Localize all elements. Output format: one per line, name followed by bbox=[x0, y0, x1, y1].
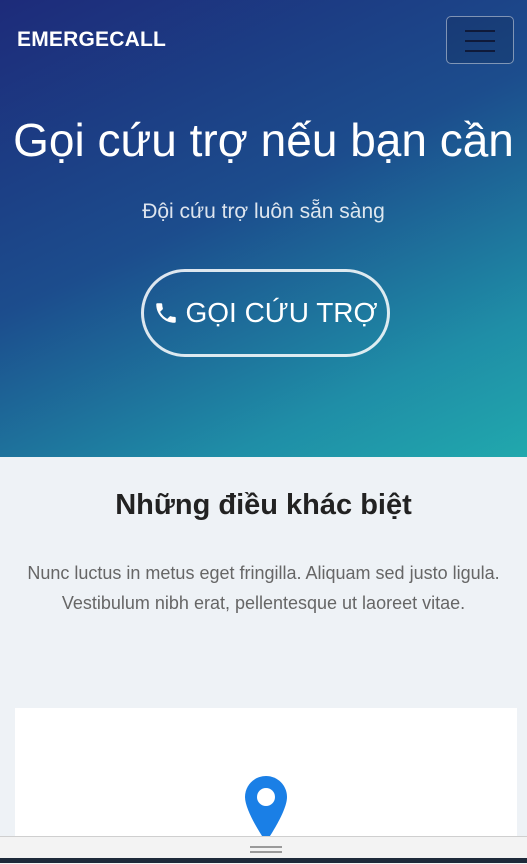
features-title: Những điều khác biệt bbox=[115, 489, 412, 521]
hero-subtitle: Đội cứu trợ luôn sẵn sàng bbox=[142, 200, 385, 223]
brand-logo[interactable]: EMERGECALL bbox=[17, 28, 166, 52]
call-for-help-button[interactable]: GỌI CỨU TRỢ bbox=[141, 269, 390, 357]
hero-section: EMERGECALL Gọi cứu trợ nếu bạn cần Đội c… bbox=[0, 0, 527, 457]
features-description: Nunc luctus in metus eget fringilla. Ali… bbox=[27, 563, 500, 613]
phone-icon bbox=[153, 300, 185, 326]
feature-card bbox=[15, 708, 517, 848]
call-button-label: GỌI CỨU TRỢ bbox=[185, 297, 378, 328]
hero-title: Gọi cứu trợ nếu bạn cần bbox=[13, 114, 514, 166]
menu-toggle-button[interactable] bbox=[446, 16, 514, 64]
screen-bottom-edge bbox=[0, 858, 527, 863]
features-section: Những điều khác biệt Nunc luctus in metu… bbox=[0, 457, 527, 848]
